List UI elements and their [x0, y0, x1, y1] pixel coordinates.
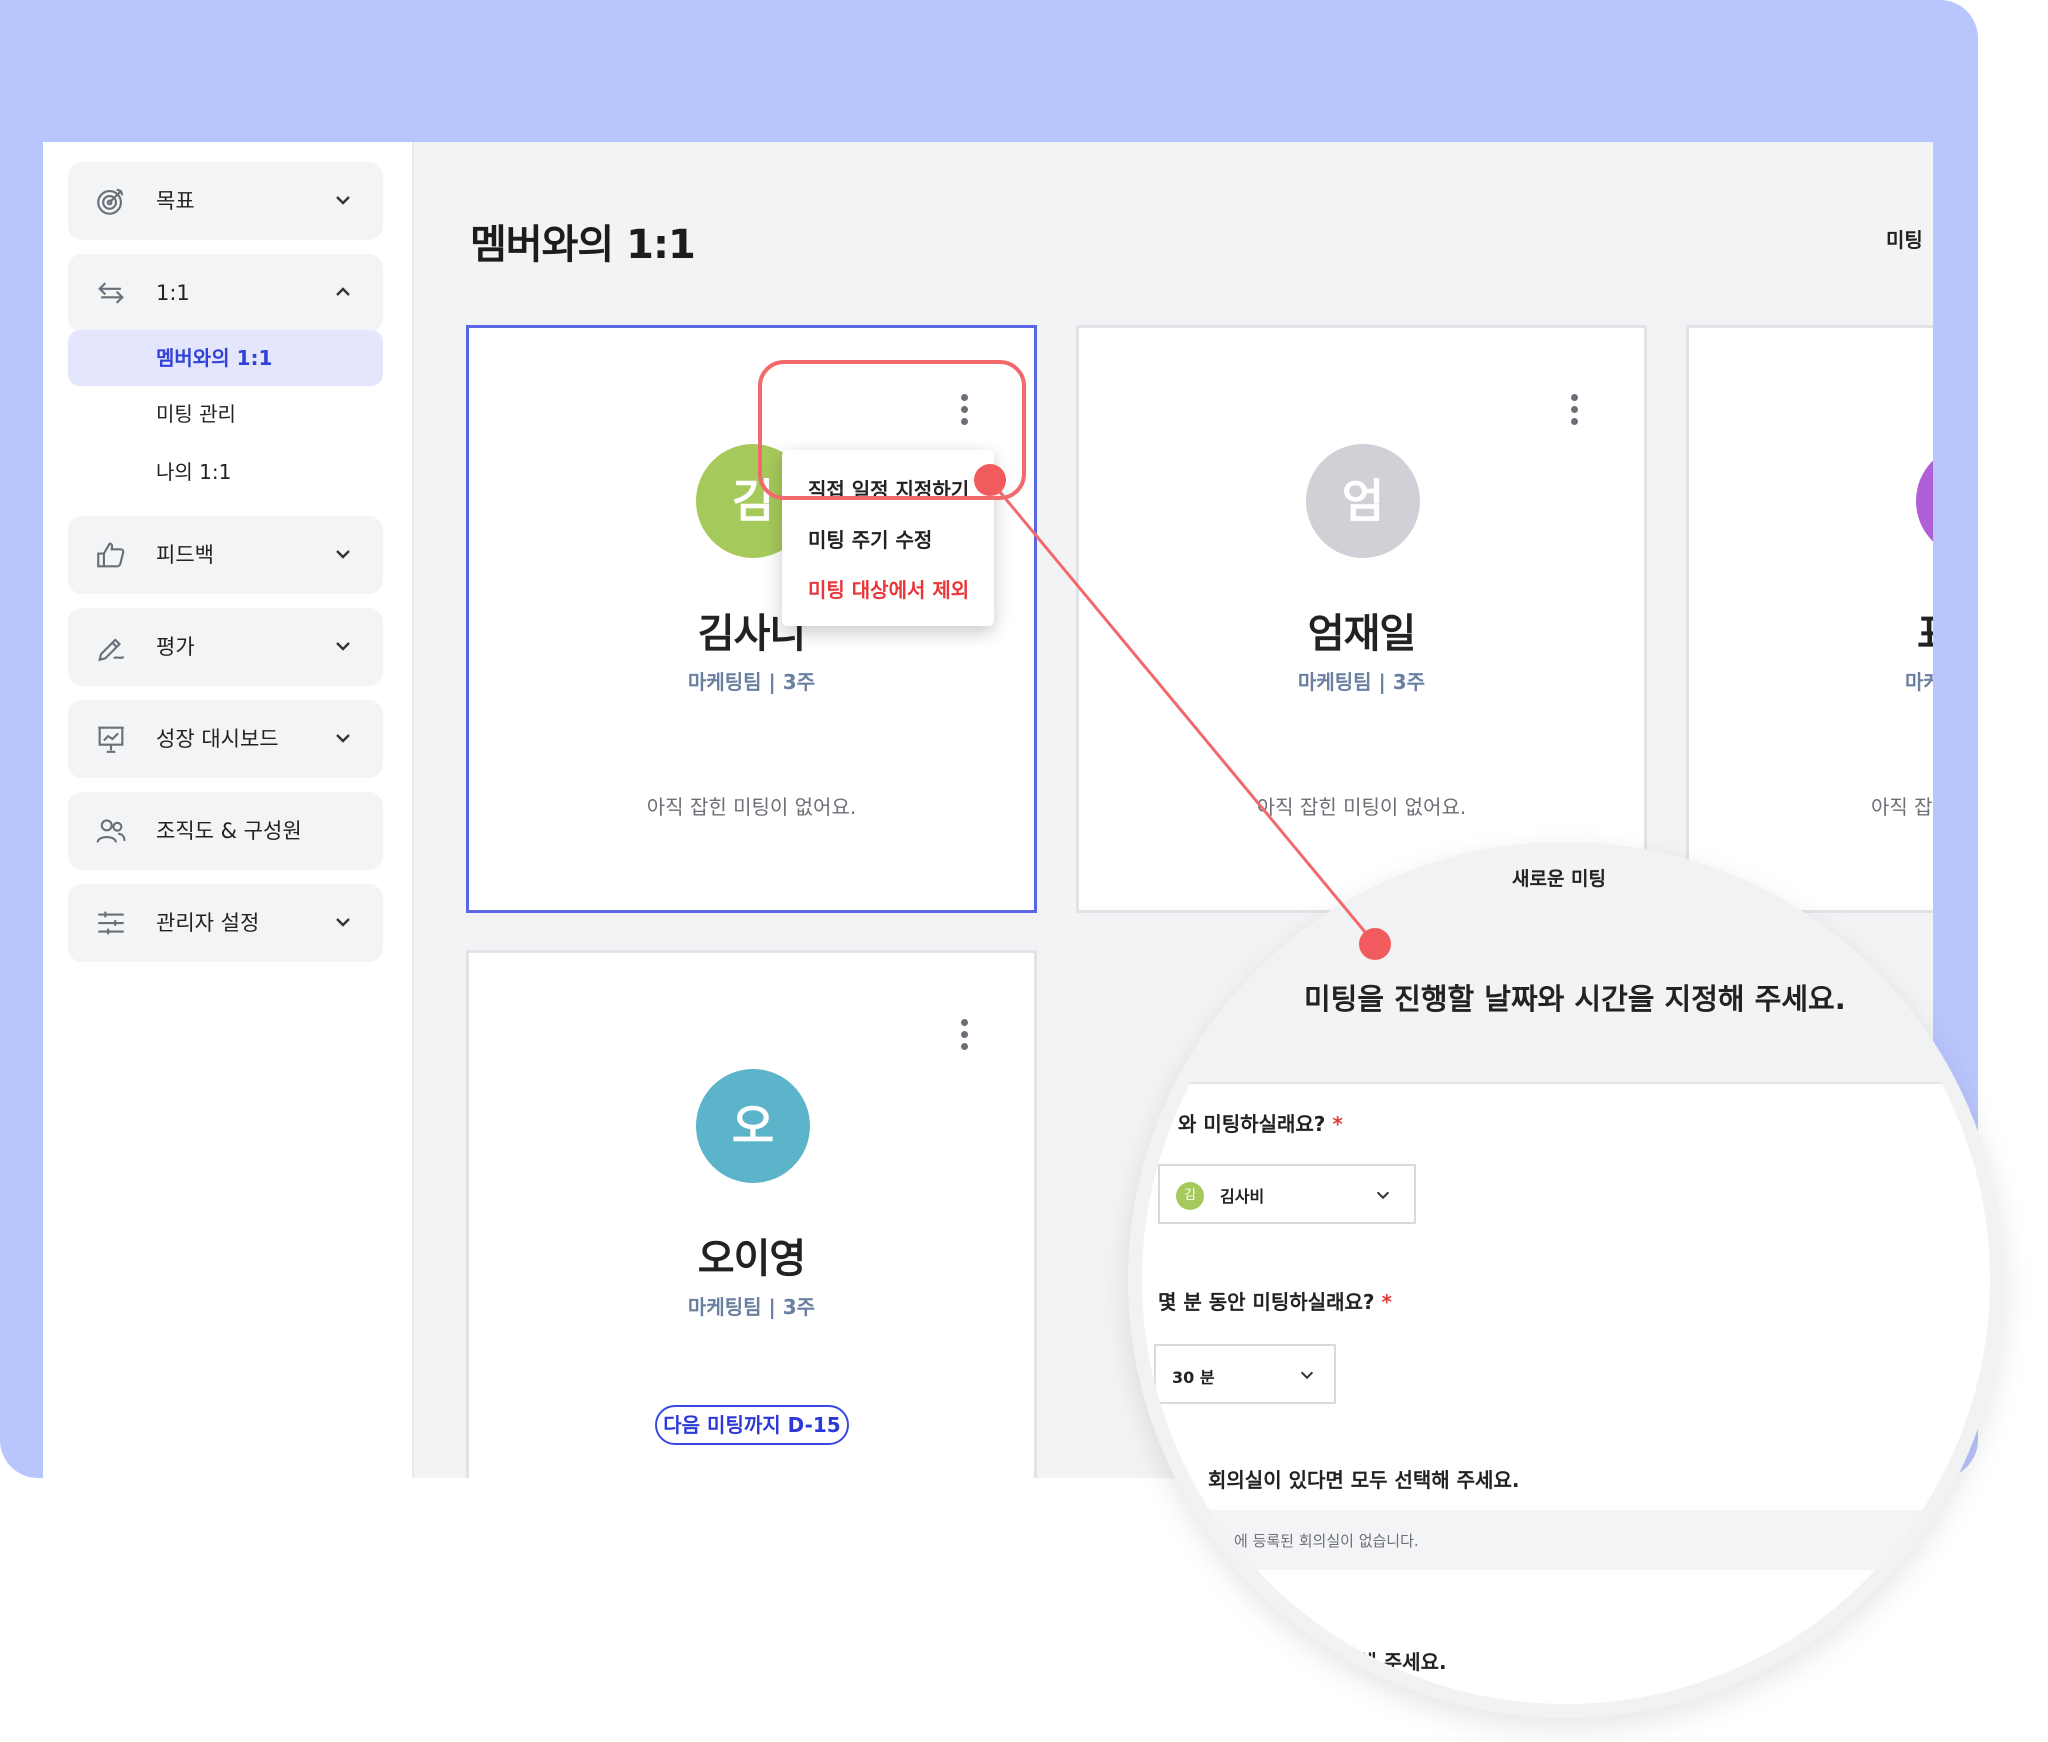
connector-line	[988, 479, 1377, 945]
connector-dot-end	[1359, 928, 1391, 960]
connector-dot-start	[974, 464, 1006, 496]
connector-overlay	[974, 464, 1391, 960]
